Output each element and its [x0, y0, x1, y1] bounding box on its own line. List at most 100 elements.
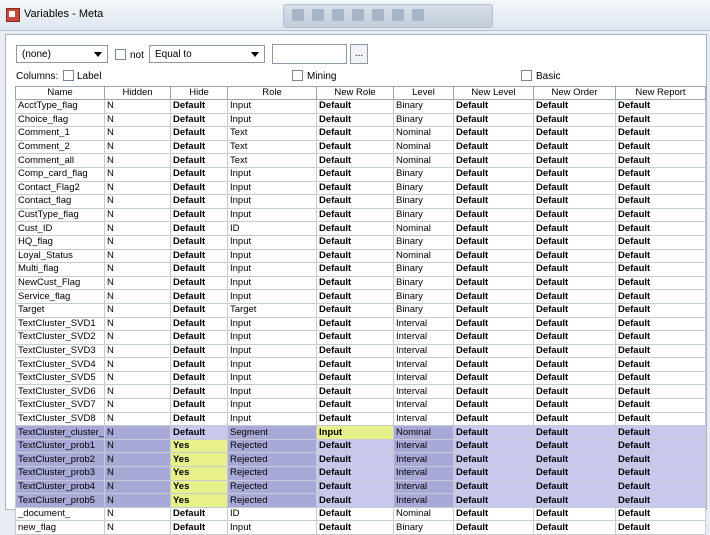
cell-new-role[interactable]: Default [316, 370, 394, 386]
cell-new-order[interactable]: Default [533, 194, 616, 209]
cell-new-order[interactable]: Default [533, 166, 616, 182]
cell-new-level[interactable]: Default [453, 316, 534, 332]
cell-hide[interactable]: Default [170, 99, 228, 114]
header-level[interactable]: Level [393, 86, 454, 100]
table-row[interactable]: HQ_flag N Default Input Default Binary Default… [15, 234, 706, 250]
cell-new-order[interactable]: Default [533, 207, 616, 223]
table-row[interactable]: TextCluster_SVD1 N Default Input Default Inte… [15, 316, 706, 332]
header-new-order[interactable]: New Order [533, 86, 616, 100]
cell-hide[interactable]: Default [170, 180, 228, 196]
cell-new-order[interactable]: Default [533, 316, 616, 332]
cell-new-report[interactable]: Default [615, 357, 706, 372]
cell-new-role[interactable]: Default [316, 289, 394, 304]
cell-hide[interactable]: Default [170, 411, 228, 427]
cell-hide[interactable]: Default [170, 289, 228, 304]
cell-new-level[interactable]: Default [453, 99, 534, 114]
cell-new-order[interactable]: Default [533, 99, 616, 114]
table-row[interactable]: TextCluster_SVD5 N Default Input Default Inte… [15, 370, 706, 386]
table-row[interactable]: Target N Default Target Default Binary Default… [15, 302, 706, 318]
cell-new-order[interactable]: Default [533, 112, 616, 128]
cell-new-order[interactable]: Default [533, 330, 616, 345]
table-row[interactable]: TextCluster_prob3 N Yes Rejected Default Inte… [15, 466, 706, 481]
table-row[interactable]: TextCluster_prob5 N Yes Rejected Default Inte… [15, 493, 706, 508]
table-row[interactable]: Comment_all N Default Text Default Nominal Def… [15, 153, 706, 168]
cell-hide[interactable]: Default [170, 316, 228, 332]
cell-hide[interactable]: Default [170, 126, 228, 141]
cell-hide[interactable]: Default [170, 194, 228, 209]
cell-hide[interactable]: Default [170, 139, 228, 155]
cell-new-order[interactable]: Default [533, 126, 616, 141]
cell-new-role[interactable]: Default [316, 302, 394, 318]
cell-new-level[interactable]: Default [453, 221, 534, 236]
table-row[interactable]: TextCluster_SVD4 N Default Input Default Inte… [15, 357, 706, 372]
cell-new-role[interactable]: Default [316, 166, 394, 182]
cell-new-level[interactable]: Default [453, 425, 534, 440]
cell-new-role[interactable]: Default [316, 343, 394, 359]
cell-new-report[interactable]: Default [615, 398, 706, 413]
cell-new-level[interactable]: Default [453, 207, 534, 223]
cell-hide[interactable]: Default [170, 302, 228, 318]
cell-new-order[interactable]: Default [533, 425, 616, 440]
table-row[interactable]: Contact_Flag2 N Default Input Default Binary D… [15, 180, 706, 196]
cell-new-level[interactable]: Default [453, 139, 534, 155]
label-checkbox[interactable] [63, 70, 74, 81]
cell-new-role[interactable]: Default [316, 194, 394, 209]
cell-hide[interactable]: Default [170, 262, 228, 277]
cell-new-role[interactable]: Default [316, 180, 394, 196]
cell-new-level[interactable]: Default [453, 411, 534, 427]
basic-checkbox[interactable] [521, 70, 532, 81]
cell-new-report[interactable]: Default [615, 506, 706, 522]
cell-new-role[interactable]: Default [316, 262, 394, 277]
cell-new-role[interactable]: Default [316, 506, 394, 522]
header-role[interactable]: Role [227, 86, 317, 100]
cell-new-order[interactable]: Default [533, 479, 616, 495]
cell-new-level[interactable]: Default [453, 520, 534, 535]
cell-new-level[interactable]: Default [453, 289, 534, 304]
cell-new-report[interactable]: Default [615, 411, 706, 427]
cell-new-level[interactable]: Default [453, 126, 534, 141]
operator-select[interactable]: Equal to [149, 45, 265, 63]
cell-new-role[interactable]: Default [316, 99, 394, 114]
cell-hide[interactable]: Yes [170, 438, 228, 454]
browse-button[interactable]: ... [350, 44, 368, 64]
cell-hide[interactable]: Yes [170, 479, 228, 495]
header-hide[interactable]: Hide [170, 86, 228, 100]
cell-new-role[interactable]: Default [316, 207, 394, 223]
cell-new-report[interactable]: Default [615, 520, 706, 535]
cell-new-level[interactable]: Default [453, 194, 534, 209]
cell-hide[interactable]: Default [170, 275, 228, 291]
cell-new-order[interactable]: Default [533, 302, 616, 318]
cell-new-report[interactable]: Default [615, 139, 706, 155]
cell-new-role[interactable]: Default [316, 398, 394, 413]
cell-new-role[interactable]: Default [316, 438, 394, 454]
not-checkbox[interactable] [115, 49, 126, 60]
cell-hide[interactable]: Yes [170, 452, 228, 468]
table-row[interactable]: AcctType_flag N Default Input Default Binary D… [15, 99, 706, 114]
cell-new-report[interactable]: Default [615, 166, 706, 182]
cell-hide[interactable]: Default [170, 207, 228, 223]
cell-hide[interactable]: Default [170, 425, 228, 440]
table-row[interactable]: Service_flag N Default Input Default Binary De… [15, 289, 706, 304]
cell-new-order[interactable]: Default [533, 370, 616, 386]
cell-new-level[interactable]: Default [453, 166, 534, 182]
cell-new-level[interactable]: Default [453, 384, 534, 400]
cell-new-role[interactable]: Input [316, 425, 394, 440]
cell-new-order[interactable]: Default [533, 466, 616, 481]
table-row[interactable]: Comp_card_flag N Default Input Default Binary… [15, 166, 706, 182]
cell-new-report[interactable]: Default [615, 425, 706, 440]
table-row[interactable]: Comment_1 N Default Text Default Nominal Defau… [15, 126, 706, 141]
table-row[interactable]: NewCust_Flag N Default Input Default Binary De… [15, 275, 706, 291]
cell-new-report[interactable]: Default [615, 275, 706, 291]
cell-new-report[interactable]: Default [615, 207, 706, 223]
cell-new-report[interactable]: Default [615, 289, 706, 304]
cell-new-order[interactable]: Default [533, 520, 616, 535]
mining-checkbox[interactable] [292, 70, 303, 81]
cell-hide[interactable]: Yes [170, 466, 228, 481]
table-row[interactable]: Choice_flag N Default Input Default Binary Def… [15, 112, 706, 128]
cell-new-report[interactable]: Default [615, 221, 706, 236]
cell-new-role[interactable]: Default [316, 520, 394, 535]
cell-new-order[interactable]: Default [533, 221, 616, 236]
cell-new-order[interactable]: Default [533, 248, 616, 264]
header-new-role[interactable]: New Role [316, 86, 394, 100]
cell-new-role[interactable]: Default [316, 330, 394, 345]
